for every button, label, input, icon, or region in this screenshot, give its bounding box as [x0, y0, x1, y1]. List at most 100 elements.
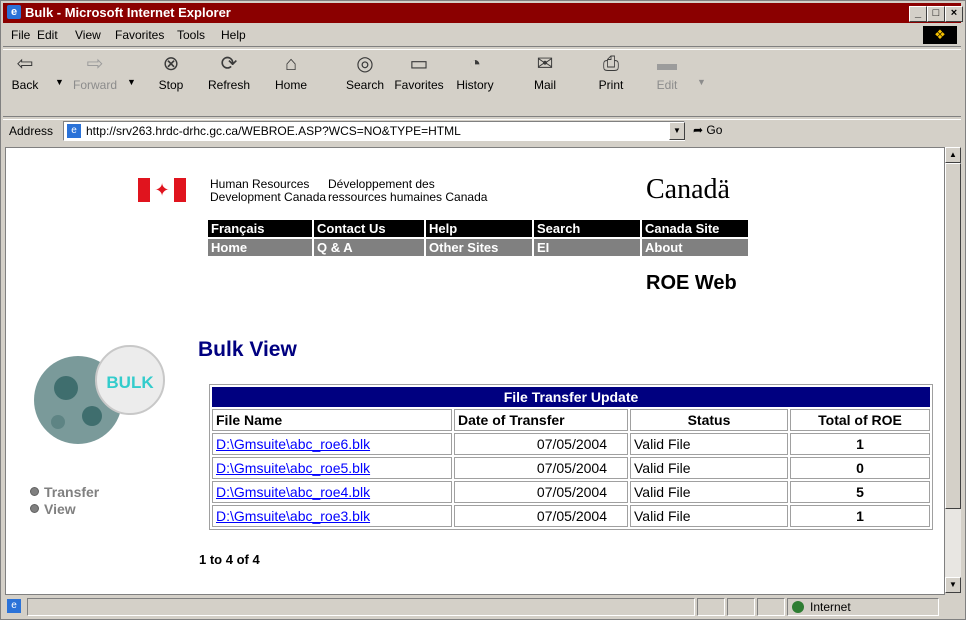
menu-tools[interactable]: Tools — [177, 28, 205, 42]
back-button[interactable]: ⇦ Back — [0, 53, 53, 92]
close-button[interactable]: × — [945, 6, 963, 22]
date-cell: 07/05/2004 — [454, 433, 628, 455]
nav-help[interactable]: Help — [426, 220, 532, 237]
status-pane — [697, 598, 725, 616]
site-navigation: Français Contact Us Help Search Canada S… — [208, 220, 748, 258]
maple-leaf-icon: ✦ — [154, 180, 170, 200]
file-link[interactable]: D:\Gmsuite\abc_roe3.blk — [216, 508, 370, 524]
page-content: ✦ Human Resources Development Canada Déve… — [5, 147, 945, 595]
total-cell: 1 — [790, 505, 930, 527]
menu-help[interactable]: Help — [221, 28, 246, 42]
status-bar: e Internet — [3, 597, 961, 617]
file-link[interactable]: D:\Gmsuite\abc_roe6.blk — [216, 436, 370, 452]
scroll-down-button[interactable]: ▼ — [945, 577, 961, 593]
file-name-cell: D:\Gmsuite\abc_roe5.blk — [212, 457, 452, 479]
mail-button[interactable]: ✉ Mail — [517, 53, 573, 92]
mail-icon: ✉ — [536, 53, 554, 75]
maximize-button[interactable]: □ — [927, 6, 945, 22]
left-navigation: Transfer View — [30, 484, 99, 518]
go-button[interactable]: ➦ Go — [693, 123, 722, 137]
status-pane — [757, 598, 785, 616]
page-title: Bulk View — [198, 338, 297, 361]
zone-pane: Internet — [787, 598, 939, 616]
nav-row-top: Français Contact Us Help Search Canada S… — [208, 220, 748, 237]
toolbar: ⇦ Back ▼ ⇨ Forward ▼ ⊗ Stop ⟳ Refresh ⌂ Home … — [3, 49, 961, 115]
address-bar: Address e http://srv263.hrdc-drhc.gc.ca/… — [3, 119, 961, 143]
bullet-icon — [30, 504, 39, 513]
nav-contact-us[interactable]: Contact Us — [314, 220, 424, 237]
file-link[interactable]: D:\Gmsuite\abc_roe4.blk — [216, 484, 370, 500]
record-count: 1 to 4 of 4 — [199, 552, 260, 567]
status-cell: Valid File — [630, 481, 788, 503]
print-icon: ⎙ — [603, 53, 619, 75]
search-button[interactable]: ◎ Search — [337, 53, 393, 92]
history-button[interactable]: ◔ History — [447, 53, 503, 92]
column-total-of-roe: Total of ROE — [790, 409, 930, 431]
globe-landmass — [54, 376, 78, 400]
canada-wordmark: Canadä — [646, 174, 730, 205]
menu-view[interactable]: View — [75, 28, 101, 42]
bullet-icon — [30, 487, 39, 496]
file-name-cell: D:\Gmsuite\abc_roe3.blk — [212, 505, 452, 527]
total-cell: 5 — [790, 481, 930, 503]
menu-file[interactable]: File — [11, 28, 30, 42]
edit-icon: ▬ — [657, 53, 677, 75]
menu-bar: File Edit View Favorites Tools Help ❖ — [3, 25, 961, 45]
page-icon: e — [67, 124, 81, 138]
left-nav-transfer[interactable]: Transfer — [30, 484, 99, 501]
menu-favorites[interactable]: Favorites — [115, 28, 164, 42]
nav-francais[interactable]: Français — [208, 220, 312, 237]
zone-label: Internet — [810, 600, 851, 614]
forward-button[interactable]: ⇨ Forward — [67, 53, 123, 92]
nav-home[interactable]: Home — [208, 239, 312, 256]
vertical-scrollbar[interactable]: ▲ ▼ — [945, 147, 961, 593]
menu-edit[interactable]: Edit — [37, 28, 58, 42]
go-arrow-icon: ➦ — [693, 123, 704, 137]
nav-q-and-a[interactable]: Q & A — [314, 239, 424, 256]
stop-icon: ⊗ — [162, 53, 180, 75]
total-cell: 0 — [790, 457, 930, 479]
address-input[interactable]: e http://srv263.hrdc-drhc.gc.ca/WEBROE.A… — [63, 121, 685, 141]
internet-globe-icon — [792, 601, 804, 613]
scroll-up-button[interactable]: ▲ — [945, 147, 961, 163]
scroll-thumb[interactable] — [945, 163, 961, 509]
table-row: D:\Gmsuite\abc_roe6.blk 07/05/2004 Valid… — [212, 433, 930, 455]
back-arrow-icon: ⇦ — [16, 53, 34, 75]
address-dropdown[interactable]: ▼ — [669, 122, 685, 140]
home-button[interactable]: ⌂ Home — [263, 53, 319, 92]
refresh-button[interactable]: ⟳ Refresh — [201, 53, 257, 92]
status-cell: Valid File — [630, 505, 788, 527]
nav-canada-site[interactable]: Canada Site — [642, 220, 748, 237]
app-name: ROE Web — [646, 272, 737, 294]
edit-button[interactable]: ▬ Edit — [639, 53, 695, 92]
flag-left-bar — [138, 178, 150, 202]
address-label: Address — [9, 124, 54, 138]
nav-ei[interactable]: EI — [534, 239, 640, 256]
windows-logo-icon: ❖ — [923, 26, 957, 44]
status-pane — [727, 598, 755, 616]
history-icon: ◔ — [468, 53, 482, 75]
globe-landmass — [51, 415, 65, 429]
nav-other-sites[interactable]: Other Sites — [426, 239, 532, 256]
table-row: D:\Gmsuite\abc_roe5.blk 07/05/2004 Valid… — [212, 457, 930, 479]
favorites-button[interactable]: ▭ Favorites — [391, 53, 447, 92]
print-button[interactable]: ⎙ Print — [583, 53, 639, 92]
nav-about[interactable]: About — [642, 239, 748, 256]
forward-history-dropdown[interactable]: ▼ — [127, 77, 136, 87]
back-history-dropdown[interactable]: ▼ — [55, 77, 64, 87]
date-cell: 07/05/2004 — [454, 505, 628, 527]
column-status: Status — [630, 409, 788, 431]
edit-dropdown[interactable]: ▼ — [697, 77, 706, 87]
ie-logo-icon: e — [7, 5, 21, 19]
refresh-icon: ⟳ — [220, 53, 238, 75]
minimize-button[interactable]: _ — [909, 6, 927, 22]
left-nav-view[interactable]: View — [30, 501, 99, 518]
date-cell: 07/05/2004 — [454, 457, 628, 479]
nav-search[interactable]: Search — [534, 220, 640, 237]
date-cell: 07/05/2004 — [454, 481, 628, 503]
file-name-cell: D:\Gmsuite\abc_roe4.blk — [212, 481, 452, 503]
forward-arrow-icon: ⇨ — [86, 53, 104, 75]
stop-button[interactable]: ⊗ Stop — [143, 53, 199, 92]
globe-landmass — [82, 406, 102, 426]
file-link[interactable]: D:\Gmsuite\abc_roe5.blk — [216, 460, 370, 476]
